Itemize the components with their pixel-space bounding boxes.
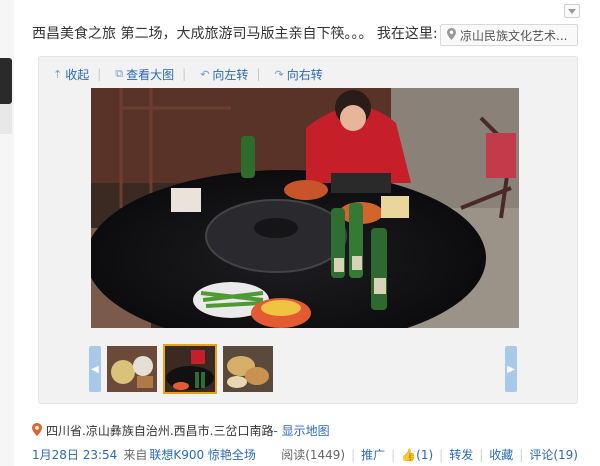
thumbnail-strip: ◀ ▶ (89, 344, 529, 400)
left-edge-block-light (0, 104, 12, 134)
media-toolbar: ⇡ 收起 | ⧉ 查看大图 | ↶ 向左转 | ↷ 向右转 (53, 65, 337, 83)
rotate-left-icon: ↶ (200, 67, 210, 81)
like-button[interactable]: 👍(1) (401, 448, 433, 462)
post-options-button[interactable] (564, 4, 580, 18)
comment-link[interactable]: 评论(19) (529, 446, 578, 463)
post-time-link[interactable]: 1月28日 23:54 (32, 446, 117, 463)
collapse-label: 收起 (65, 67, 90, 82)
rotate-right-icon: ↷ (274, 67, 284, 81)
left-edge-strip (0, 0, 14, 466)
forward-link[interactable]: 转发 (449, 446, 473, 463)
rotate-left-label: 向左转 (212, 67, 249, 82)
chevron-left-icon: ◀ (91, 363, 99, 375)
post-location: 四川省.凉山彝族自治州.西昌市.三岔口南路 - 显示地图 (32, 422, 330, 439)
post-photo[interactable] (91, 88, 519, 328)
chevron-right-icon: ▶ (507, 363, 515, 375)
post-actions: 阅读 (1449) | 推广 | 👍(1) | 转发 | 收藏 | 评论(19) (281, 446, 578, 463)
location-pin-icon (447, 27, 456, 43)
source-link[interactable]: 联想K900 惊艳全场 (149, 446, 256, 463)
show-map-link[interactable]: - 显示地图 (273, 422, 329, 439)
read-label: 阅读 (281, 448, 306, 462)
collapse-button[interactable]: ⇡ 收起 | (53, 65, 101, 83)
thumb-prev-button[interactable]: ◀ (89, 346, 101, 392)
thumbnail-3[interactable] (223, 346, 273, 392)
from-label: 来自 (123, 448, 148, 462)
left-edge-block (0, 58, 12, 104)
collapse-arrow-icon: ⇡ (53, 67, 63, 81)
read-count: (1449) (305, 447, 346, 462)
thumbnail-2-active[interactable] (163, 344, 217, 394)
post-text: 西昌美食之旅 第二场，大成旅游司马版主亲自下筷。。。 我在这里: (32, 26, 438, 42)
post-meta: 1月28日 23:54 来自 联想K900 惊艳全场 (32, 446, 256, 463)
like-count: (1) (416, 447, 434, 462)
thumb-next-button[interactable]: ▶ (505, 346, 517, 392)
rotate-right-button[interactable]: ↷ 向右转 (274, 65, 322, 83)
favorite-link[interactable]: 收藏 (489, 446, 513, 463)
rotate-right-label: 向右转 (286, 67, 323, 82)
location-pin-icon (32, 422, 42, 439)
view-large-button[interactable]: ⧉ 查看大图 | (115, 65, 186, 83)
rotate-left-button[interactable]: ↶ 向左转 | (200, 65, 260, 83)
chevron-down-icon (568, 8, 576, 14)
comment-count: (19) (553, 448, 578, 462)
zoom-icon: ⧉ (115, 67, 124, 80)
comment-label: 评论 (529, 448, 554, 462)
view-large-label: 查看大图 (126, 67, 175, 82)
location-text: 四川省.凉山彝族自治州.西昌市.三岔口南路 (46, 424, 274, 438)
thumbs-up-icon: 👍 (401, 447, 417, 462)
media-panel: ⇡ 收起 | ⧉ 查看大图 | ↶ 向左转 | ↷ 向右转 ◀ ▶ (38, 56, 578, 404)
place-chip[interactable]: 凉山民族文化艺术... (440, 24, 578, 46)
place-chip-label: 凉山民族文化艺术... (460, 28, 568, 43)
thumbnail-1[interactable] (107, 346, 157, 392)
promote-link[interactable]: 推广 (361, 446, 385, 463)
